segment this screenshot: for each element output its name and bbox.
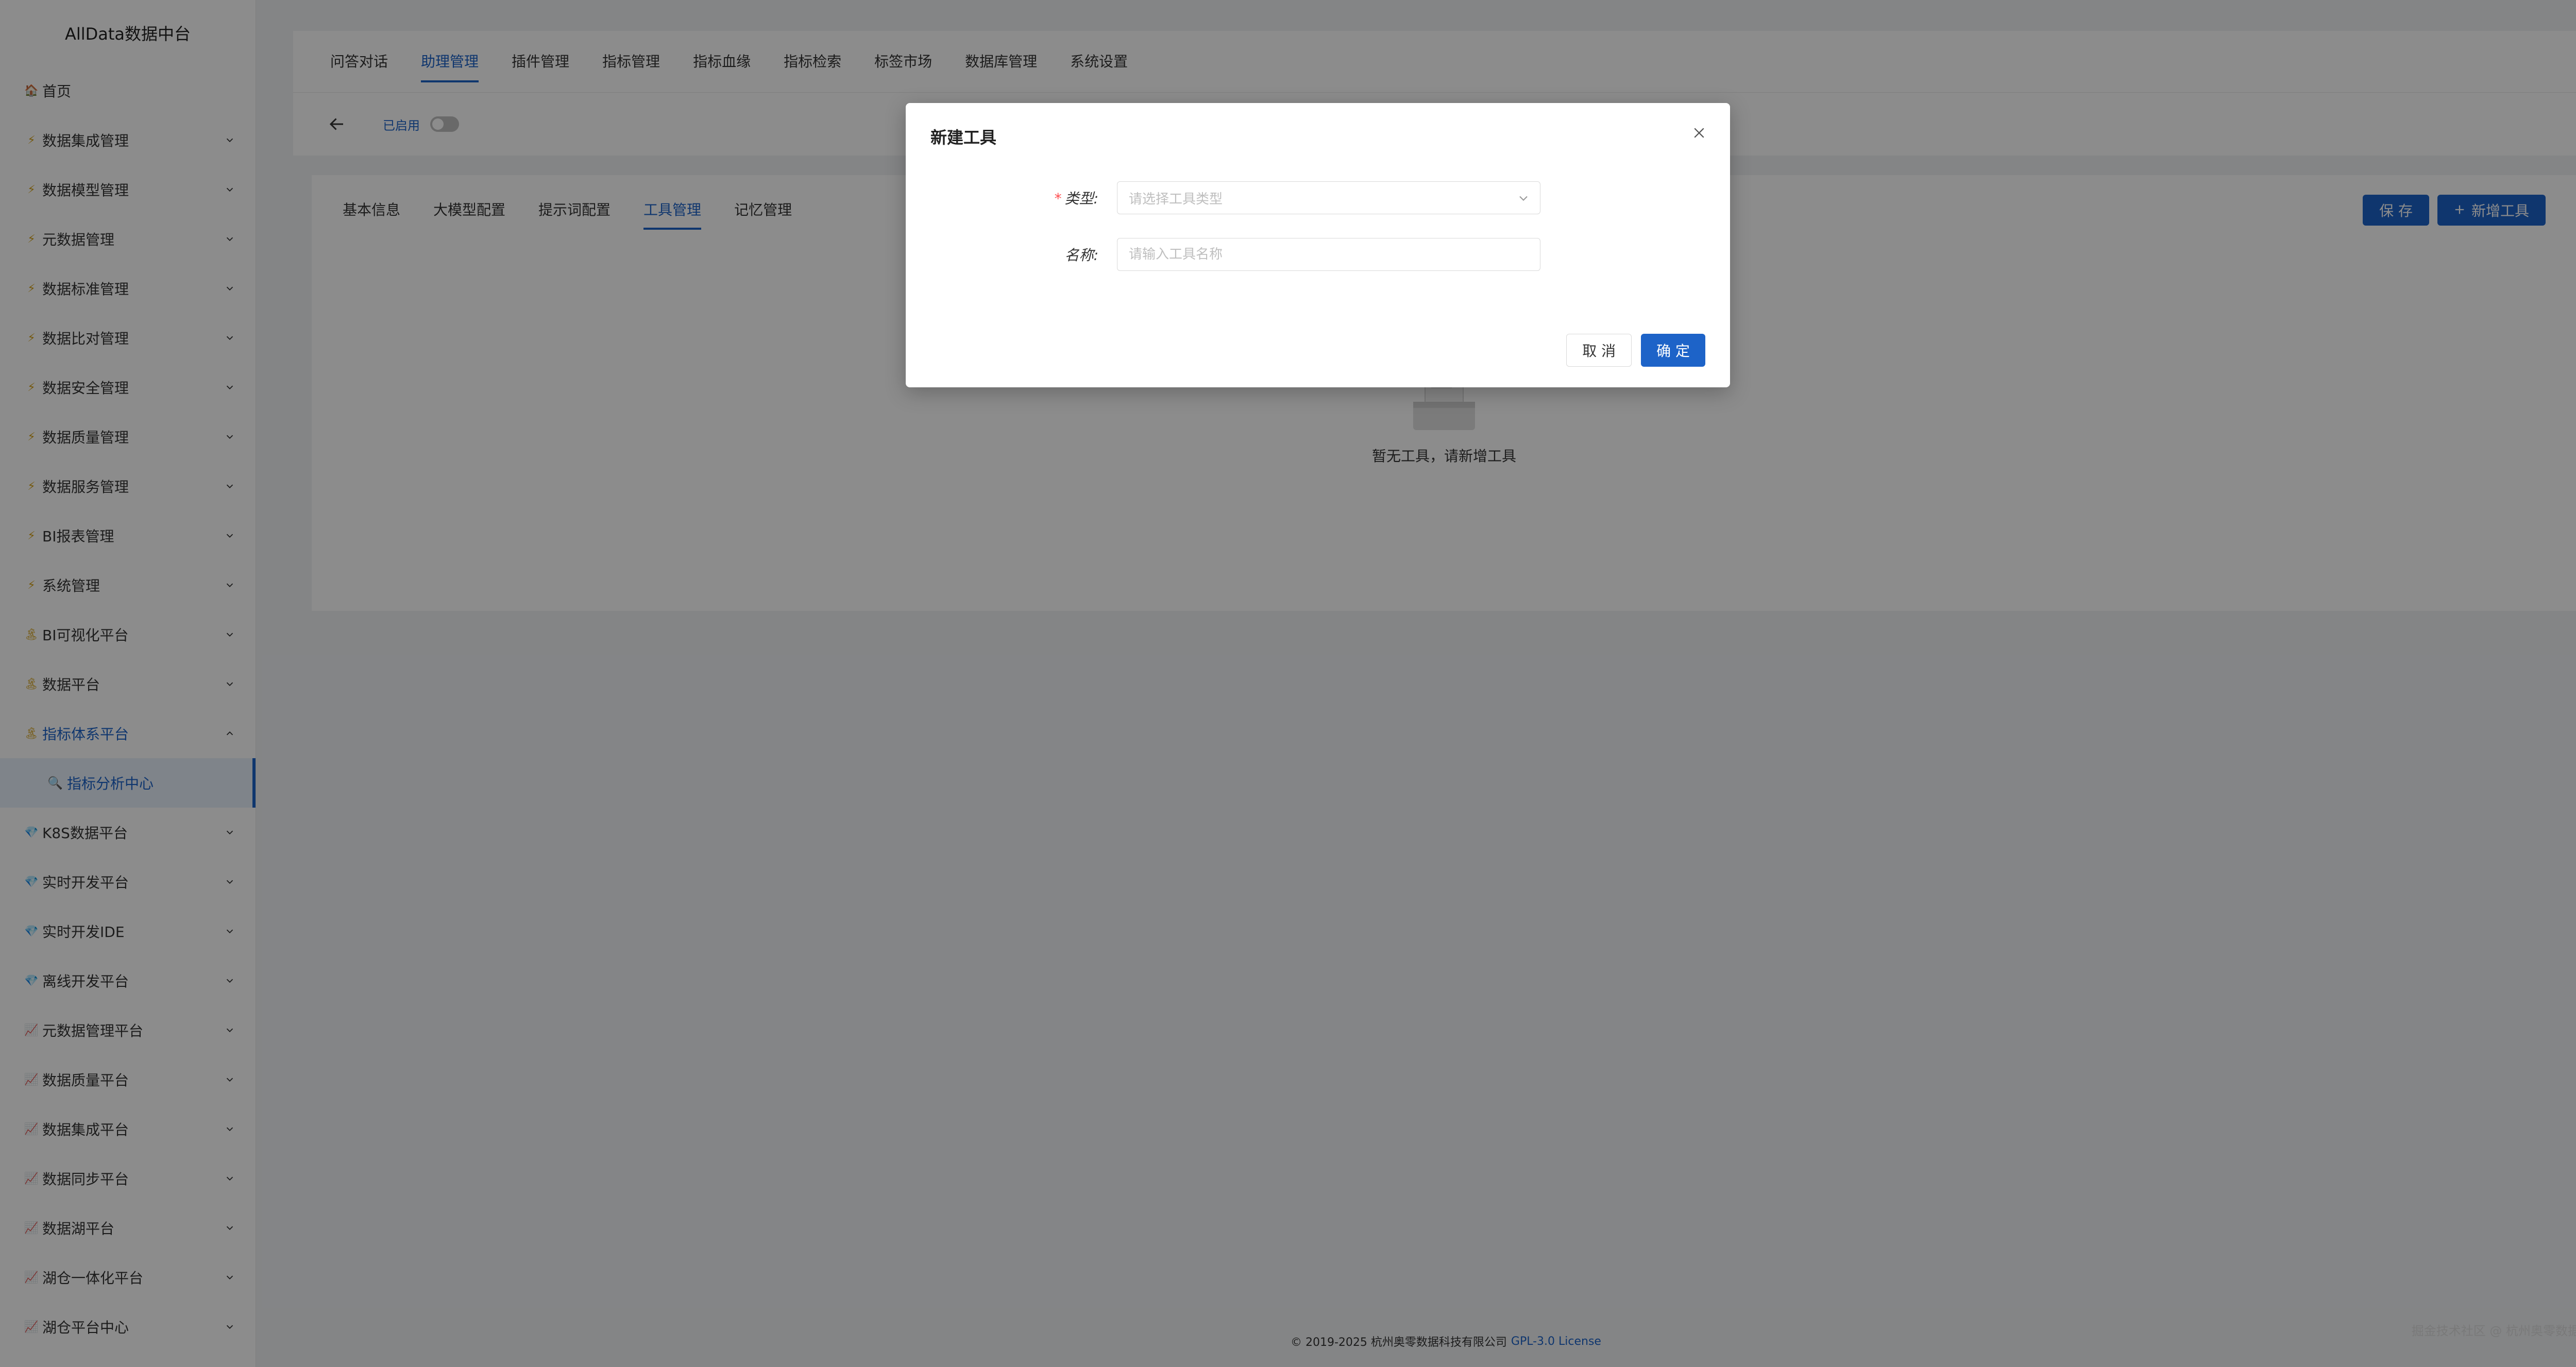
type-label: * 类型: bbox=[1054, 190, 1098, 207]
name-label: 名称: bbox=[1064, 247, 1098, 264]
modal-title: 新建工具 bbox=[930, 128, 997, 147]
name-row: 名称: bbox=[906, 238, 1730, 271]
name-input[interactable] bbox=[1129, 247, 1529, 262]
name-field-wrapper bbox=[1117, 238, 1540, 271]
type-placeholder: 请选择工具类型 bbox=[1129, 191, 1223, 207]
confirm-button[interactable]: 确 定 bbox=[1641, 334, 1705, 367]
cancel-button[interactable]: 取 消 bbox=[1566, 334, 1632, 367]
type-row: * 类型: 请选择工具类型 bbox=[906, 181, 1730, 214]
chevron-down-icon bbox=[1516, 191, 1531, 206]
type-select[interactable]: 请选择工具类型 bbox=[1117, 181, 1540, 214]
close-icon[interactable] bbox=[1689, 123, 1709, 143]
modal-footer: 取 消 确 定 bbox=[1566, 334, 1705, 367]
new-tool-modal: 新建工具 *类型: 请选择工具类型 名称: 取 消 确 定 bbox=[906, 103, 1730, 387]
